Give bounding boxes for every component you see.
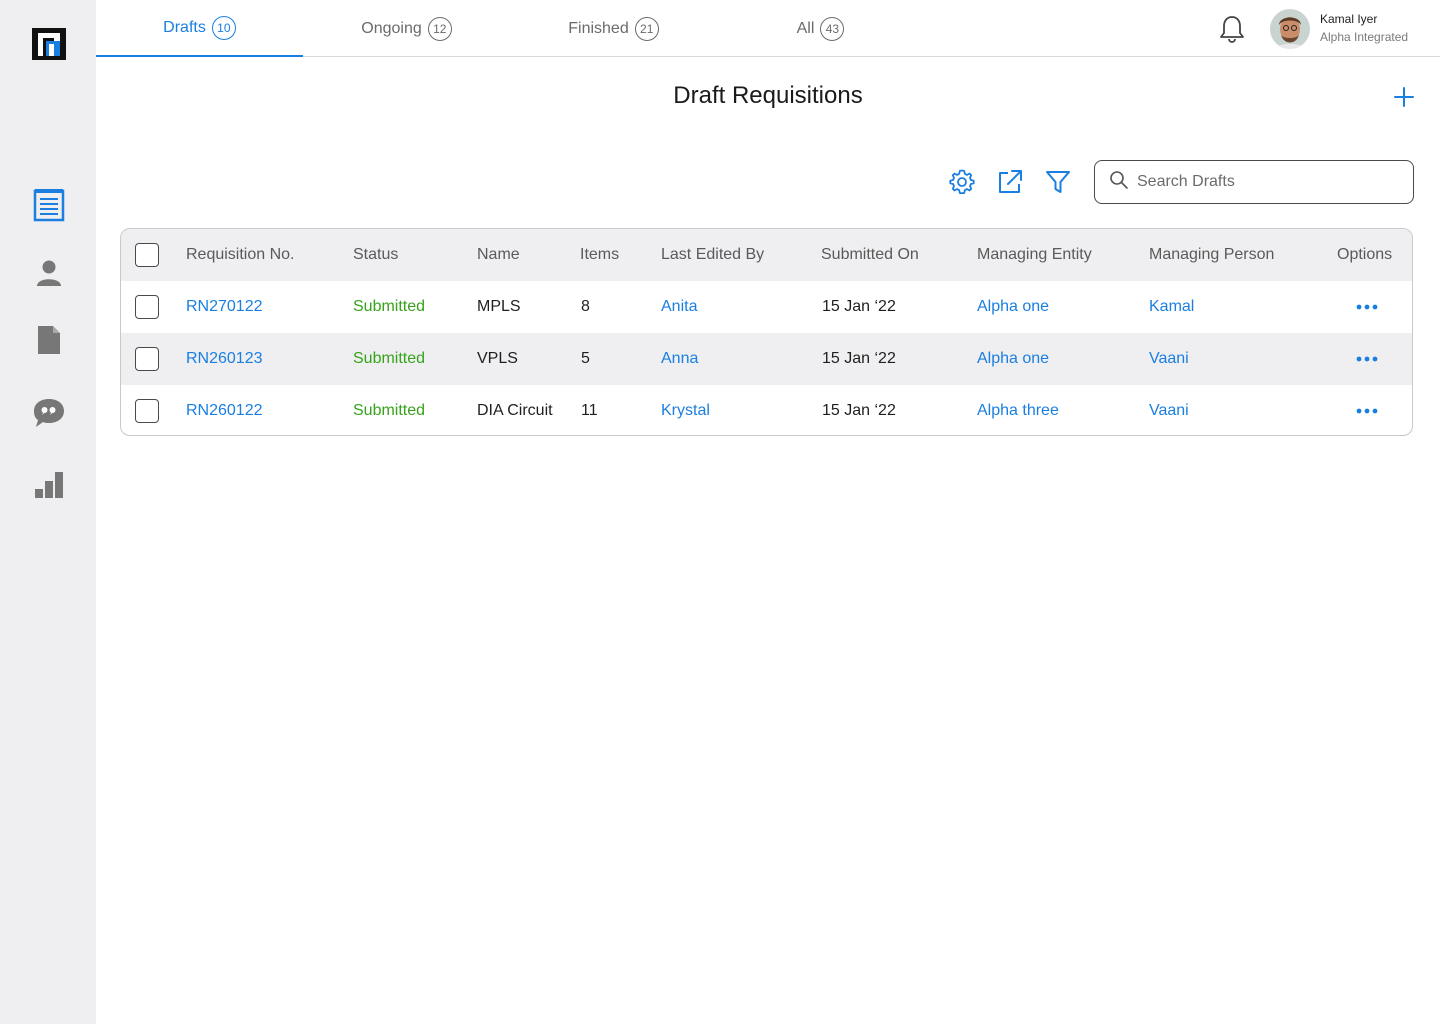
- table-header-row: Requisition No. Status Name Items Last E…: [121, 229, 1412, 281]
- avatar[interactable]: [1270, 9, 1310, 49]
- filter-icon[interactable]: [1044, 168, 1072, 196]
- table-row: RN270122 Submitted MPLS 8 Anita 15 Jan ‘…: [121, 281, 1412, 333]
- user-name: Kamal Iyer: [1320, 12, 1378, 26]
- more-options-icon[interactable]: [1355, 295, 1379, 319]
- column-header[interactable]: Managing Entity: [977, 229, 1092, 281]
- managing-person-link[interactable]: Kamal: [1149, 281, 1194, 333]
- column-header[interactable]: Last Edited By: [661, 229, 764, 281]
- page-title: Draft Requisitions: [673, 82, 863, 109]
- managing-person-link[interactable]: Vaani: [1149, 333, 1189, 385]
- table-row: RN260123 Submitted VPLS 5 Anna 15 Jan ‘2…: [121, 333, 1412, 385]
- column-header[interactable]: Items: [580, 229, 619, 281]
- last-edited-by-link[interactable]: Anna: [661, 333, 698, 385]
- managing-entity-link[interactable]: Alpha three: [977, 385, 1059, 435]
- column-header: Options: [1337, 246, 1393, 263]
- requisition-number-link[interactable]: RN270122: [186, 281, 263, 333]
- more-options-icon[interactable]: [1355, 347, 1379, 371]
- row-checkbox[interactable]: [135, 295, 159, 319]
- search-icon: [1109, 170, 1129, 195]
- tab-count-badge: 43: [820, 16, 845, 41]
- tab-label: Drafts: [163, 18, 206, 36]
- column-header[interactable]: Status: [353, 229, 398, 281]
- managing-person-link[interactable]: Vaani: [1149, 385, 1189, 435]
- last-edited-by-link[interactable]: Krystal: [661, 385, 710, 435]
- status-text: Submitted: [353, 402, 426, 419]
- tab-label: All: [796, 19, 815, 37]
- status-text: Submitted: [353, 350, 426, 367]
- managing-entity-link[interactable]: Alpha one: [977, 281, 1049, 333]
- submitted-on-cell: 15 Jan ‘22: [822, 350, 896, 367]
- document-icon[interactable]: [32, 323, 66, 357]
- last-edited-by-link[interactable]: Anita: [661, 281, 697, 333]
- name-cell: DIA Circuit: [477, 402, 553, 419]
- tab-finished[interactable]: Finished 21: [510, 0, 717, 57]
- tab-count-badge: 21: [634, 16, 659, 41]
- submitted-on-cell: 15 Jan ‘22: [822, 298, 896, 315]
- row-checkbox[interactable]: [135, 399, 159, 423]
- column-header[interactable]: Submitted On: [821, 229, 919, 281]
- name-cell: VPLS: [477, 350, 518, 367]
- table-row: RN260122 Submitted DIA Circuit 11 Krysta…: [121, 385, 1412, 435]
- more-options-icon[interactable]: [1355, 399, 1379, 423]
- user-org: Alpha Integrated: [1320, 30, 1409, 44]
- requisitions-table: Requisition No. Status Name Items Last E…: [120, 228, 1413, 436]
- requisitions-icon[interactable]: [32, 188, 66, 222]
- search-box: [1094, 160, 1414, 204]
- column-header[interactable]: Managing Person: [1149, 229, 1274, 281]
- tab-ongoing[interactable]: Ongoing 12: [303, 0, 510, 57]
- tab-count-badge: 12: [427, 16, 452, 41]
- items-cell: 5: [581, 350, 590, 367]
- column-header[interactable]: Requisition No.: [186, 229, 295, 281]
- status-text: Submitted: [353, 298, 426, 315]
- add-requisition-button[interactable]: [1392, 85, 1416, 109]
- search-input[interactable]: [1137, 173, 1397, 191]
- items-cell: 8: [581, 298, 590, 315]
- row-checkbox[interactable]: [135, 347, 159, 371]
- managing-entity-link[interactable]: Alpha one: [977, 333, 1049, 385]
- items-cell: 11: [581, 402, 598, 419]
- submitted-on-cell: 15 Jan ‘22: [822, 402, 896, 419]
- tab-all[interactable]: All 43: [717, 0, 924, 57]
- settings-gear-icon[interactable]: [948, 168, 976, 196]
- column-header[interactable]: Name: [477, 229, 520, 281]
- sidebar: [0, 0, 96, 1024]
- tab-count-badge: 10: [211, 15, 236, 40]
- export-icon[interactable]: [996, 168, 1024, 196]
- name-cell: MPLS: [477, 298, 521, 315]
- select-all-checkbox[interactable]: [135, 243, 159, 267]
- tab-label: Finished: [568, 19, 629, 37]
- tab-label: Ongoing: [361, 19, 422, 37]
- bar-chart-icon[interactable]: [32, 467, 66, 501]
- requisition-number-link[interactable]: RN260122: [186, 385, 263, 435]
- bell-icon[interactable]: [1218, 14, 1246, 44]
- requisition-number-link[interactable]: RN260123: [186, 333, 263, 385]
- user-icon[interactable]: [32, 256, 66, 290]
- chat-quote-icon[interactable]: [32, 396, 66, 430]
- app-logo[interactable]: [32, 28, 66, 60]
- tab-drafts[interactable]: Drafts 10: [96, 0, 303, 57]
